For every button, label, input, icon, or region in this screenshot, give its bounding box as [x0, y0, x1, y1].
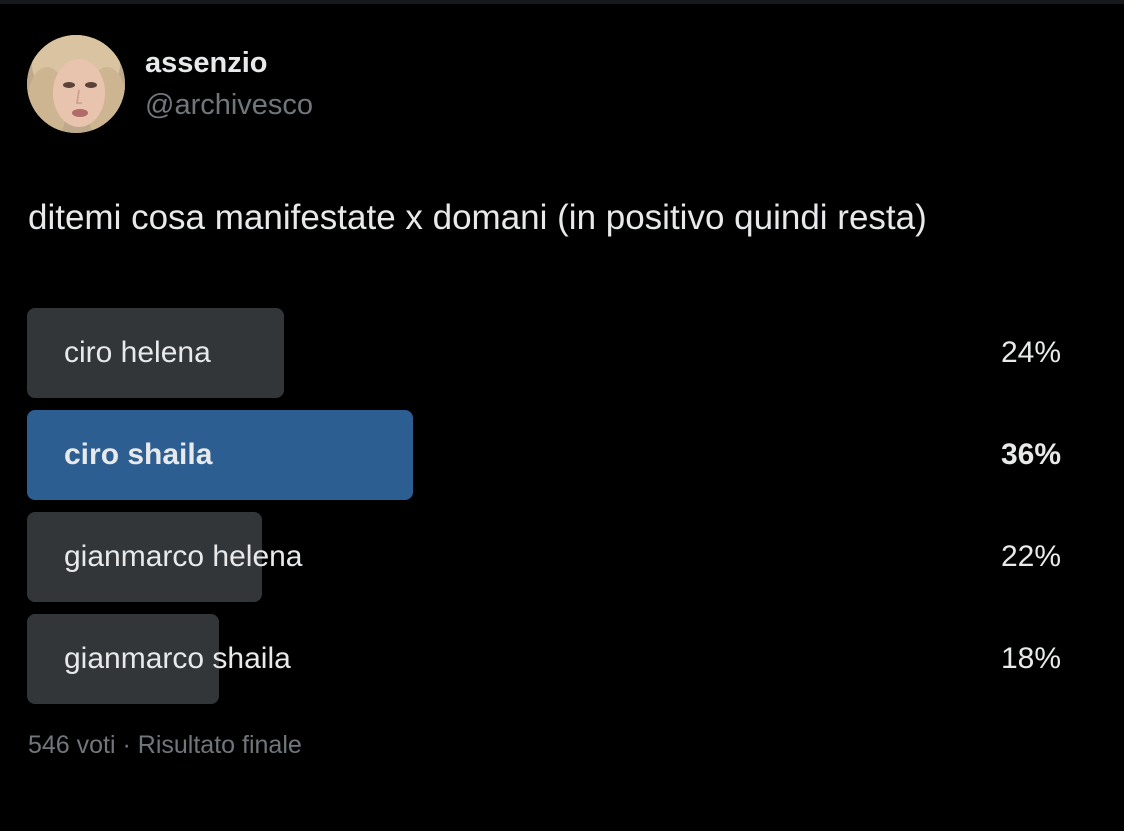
avatar-image [27, 35, 125, 133]
poll-option: gianmarco shaila 18% [27, 614, 1067, 704]
poll-vote-count: 546 voti [28, 731, 116, 759]
poll-option-percent: 24% [1000, 336, 1061, 369]
poll-option: ciro helena 24% [27, 308, 1067, 398]
poll-option-percent: 22% [1000, 540, 1061, 573]
top-divider [0, 0, 1124, 4]
poll-option: ciro shaila 36% [27, 410, 1067, 500]
avatar[interactable] [27, 35, 125, 133]
poll-footer: 546 voti · Risultato finale [28, 728, 302, 762]
poll-footer-separator: · [122, 731, 131, 759]
poll-option-percent: 18% [1000, 642, 1061, 675]
author-display-name[interactable]: assenzio [145, 44, 268, 82]
poll-option-percent: 36% [1000, 438, 1061, 471]
poll-status: Risultato finale [137, 731, 302, 759]
poll: ciro helena 24% ciro shaila 36% gianmarc… [27, 308, 1067, 716]
poll-option-label: gianmarco helena [64, 540, 303, 573]
poll-option-label: gianmarco shaila [64, 642, 291, 675]
tweet-text: ditemi cosa manifestate x domani (in pos… [28, 198, 927, 237]
author-handle[interactable]: @archivesco [145, 86, 313, 124]
poll-option-label: ciro helena [64, 336, 211, 369]
poll-option: gianmarco helena 22% [27, 512, 1067, 602]
poll-option-label: ciro shaila [64, 438, 213, 471]
